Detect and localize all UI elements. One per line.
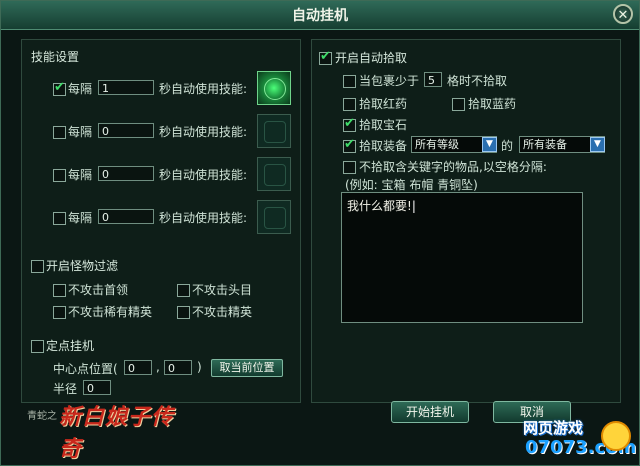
- no-attack-rare-elite-label: 不攻击稀有精英: [68, 305, 153, 319]
- bag-limit-checkbox[interactable]: [343, 75, 356, 88]
- center-x-input[interactable]: 0: [124, 360, 152, 375]
- pickup-gems-label: 拾取宝石: [359, 118, 408, 132]
- skill-3-every-label: 每隔: [68, 168, 93, 182]
- pickup-blue-potion-label: 拾取蓝药: [468, 97, 517, 111]
- close-paren-label: ): [197, 360, 202, 374]
- logo-small-text: 青蛇之: [27, 411, 57, 422]
- monster-filter-checkbox[interactable]: [31, 260, 44, 273]
- skill-1-interval-input[interactable]: 1: [98, 80, 154, 95]
- title-bar: 自动挂机 ✕: [1, 1, 639, 30]
- site-watermark: 网页游戏 07073.com: [517, 415, 636, 463]
- start-hangup-button[interactable]: 开始挂机: [391, 401, 469, 423]
- no-attack-boss-checkbox[interactable]: [53, 284, 66, 297]
- auto-hangup-window: 自动挂机 ✕ 技能设置 每隔 1 秒自动使用技能: 每隔 0 秒自动使用技能: …: [0, 0, 640, 466]
- skill-1-suffix-label: 秒自动使用技能:: [159, 82, 248, 96]
- mascot-icon: [601, 421, 631, 451]
- skill-4-suffix-label: 秒自动使用技能:: [159, 211, 248, 225]
- skills-section-title: 技能设置: [31, 50, 80, 64]
- empty-skill-slot-icon[interactable]: [257, 114, 291, 148]
- bag-limit-prefix: 当包裹少于: [359, 74, 420, 88]
- pickup-blue-potion-checkbox[interactable]: [452, 98, 465, 111]
- keyword-text: 我什么都要!: [347, 199, 412, 213]
- keyword-example-label: (例如: 宝箱 布帽 青铜坠): [345, 178, 478, 192]
- game-logo: 青蛇之 新白娘子传奇: [21, 393, 191, 462]
- watermark-line1: 网页游戏: [523, 419, 584, 437]
- skill-2-suffix-label: 秒自动使用技能:: [159, 125, 248, 139]
- no-attack-leader-label: 不攻击头目: [192, 283, 253, 297]
- pickup-equipment-checkbox[interactable]: [343, 137, 356, 153]
- window-title: 自动挂机: [292, 8, 348, 24]
- fixed-point-checkbox[interactable]: [31, 340, 44, 353]
- center-y-input[interactable]: 0: [164, 360, 192, 375]
- skill-2-every-label: 每隔: [68, 125, 93, 139]
- center-point-label: 中心点位置(: [53, 362, 118, 376]
- auto-pickup-title: 开启自动拾取: [335, 51, 408, 65]
- bag-limit-input[interactable]: 5: [424, 72, 442, 87]
- exclude-keyword-label: 不拾取含关键字的物品,以空格分隔:: [359, 160, 547, 174]
- empty-skill-slot-icon[interactable]: [257, 157, 291, 191]
- skill-3-suffix-label: 秒自动使用技能:: [159, 168, 248, 182]
- no-attack-rare-elite-checkbox[interactable]: [53, 306, 66, 319]
- logo-brand-text: 新白娘子传奇: [59, 404, 175, 462]
- skill-3-checkbox[interactable]: [53, 169, 66, 182]
- no-attack-elite-checkbox[interactable]: [177, 306, 190, 319]
- skill-3-interval-input[interactable]: 0: [98, 166, 154, 181]
- skill-1-checkbox[interactable]: [53, 80, 66, 96]
- keyword-textarea[interactable]: 我什么都要!|: [341, 192, 583, 323]
- skill-2-interval-input[interactable]: 0: [98, 123, 154, 138]
- skill-4-every-label: 每隔: [68, 211, 93, 225]
- empty-skill-slot-icon[interactable]: [257, 200, 291, 234]
- chevron-down-icon[interactable]: ▼: [590, 137, 605, 152]
- skill-4-checkbox[interactable]: [53, 212, 66, 225]
- take-current-position-button[interactable]: 取当前位置: [211, 359, 283, 377]
- skill-1-every-label: 每隔: [68, 82, 93, 96]
- skill-4-interval-input[interactable]: 0: [98, 209, 154, 224]
- no-attack-elite-label: 不攻击精英: [192, 305, 253, 319]
- comma-label: ,: [156, 360, 160, 374]
- pickup-red-potion-checkbox[interactable]: [343, 98, 356, 111]
- pickup-equipment-label: 拾取装备: [359, 139, 408, 153]
- skill-2-checkbox[interactable]: [53, 126, 66, 139]
- close-icon[interactable]: ✕: [613, 4, 633, 24]
- no-attack-leader-checkbox[interactable]: [177, 284, 190, 297]
- exclude-keyword-checkbox[interactable]: [343, 161, 356, 174]
- chevron-down-icon[interactable]: ▼: [482, 137, 497, 152]
- pickup-red-potion-label: 拾取红药: [359, 97, 408, 111]
- active-skill-icon[interactable]: [257, 71, 291, 105]
- no-attack-boss-label: 不攻击首领: [68, 283, 129, 297]
- of-label: 的: [501, 139, 514, 153]
- monster-filter-title: 开启怪物过滤: [46, 259, 119, 273]
- pickup-gems-checkbox[interactable]: [343, 116, 356, 132]
- auto-pickup-checkbox[interactable]: [319, 49, 332, 65]
- bag-limit-suffix: 格时不拾取: [447, 74, 508, 88]
- fixed-point-title: 定点挂机: [46, 339, 95, 353]
